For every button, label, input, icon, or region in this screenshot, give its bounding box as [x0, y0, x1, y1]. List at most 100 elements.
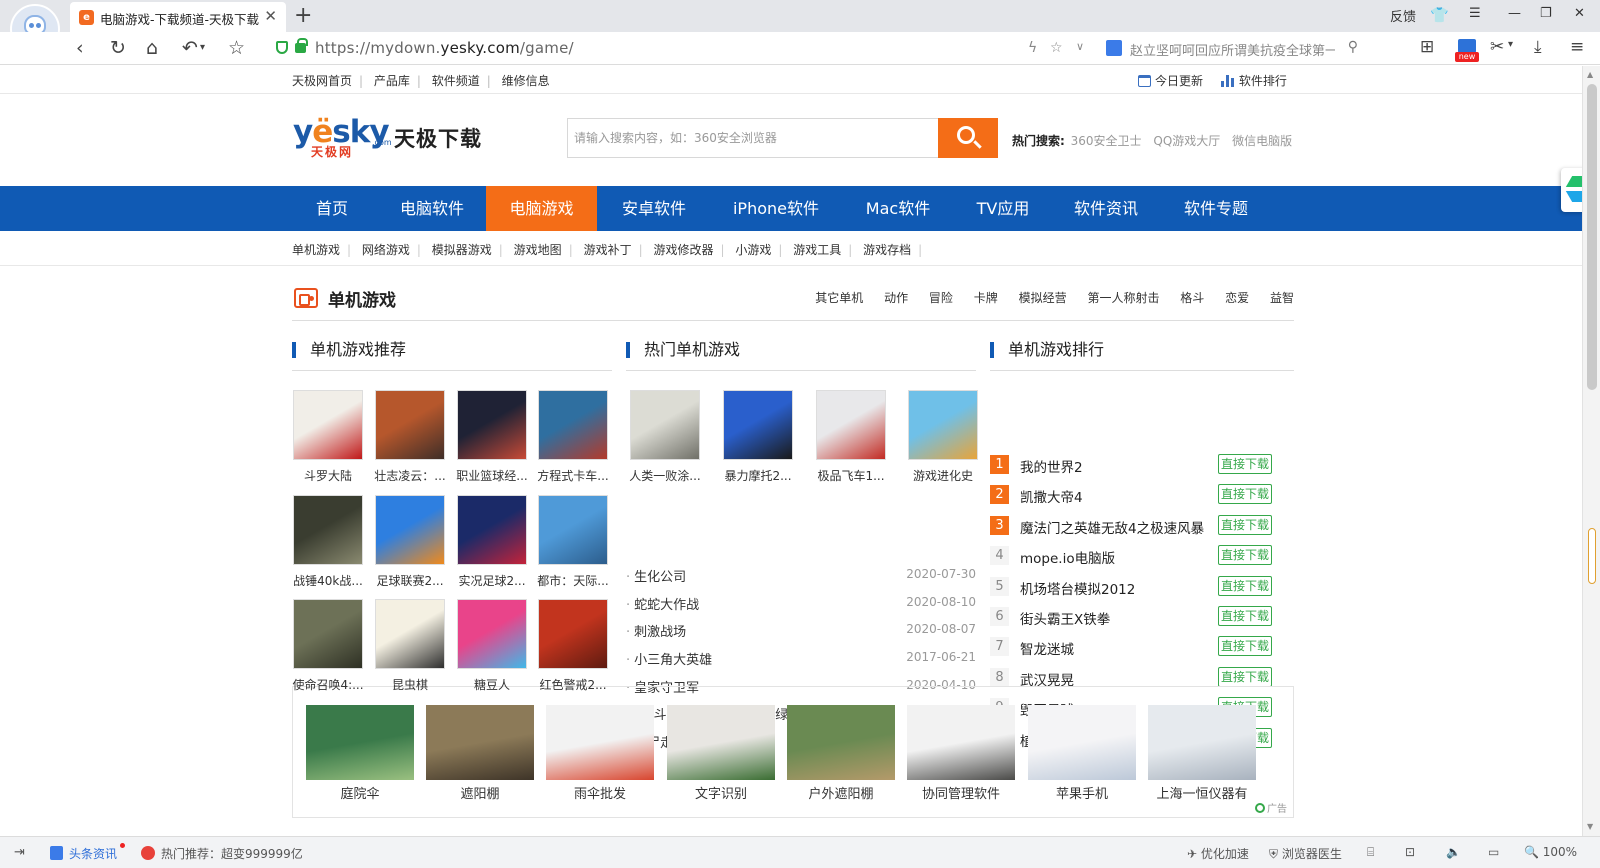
- download-button[interactable]: 直接下载: [1218, 666, 1272, 687]
- game-thumbnail[interactable]: [293, 599, 363, 669]
- nav-android-software[interactable]: 安卓软件: [604, 186, 704, 231]
- game-thumbnail[interactable]: [457, 390, 527, 460]
- ad-image[interactable]: [306, 705, 414, 780]
- list-item[interactable]: 小三角大英雄 2017-06-21: [626, 643, 976, 671]
- tag-link[interactable]: 模拟经营: [1019, 291, 1067, 305]
- optimize-button[interactable]: ✈ 优化加速: [1187, 845, 1249, 862]
- game-thumbnail[interactable]: [457, 495, 527, 565]
- list-item[interactable]: 生化公司 2020-07-30: [626, 560, 976, 588]
- ad-label[interactable]: 遮阳棚: [416, 783, 544, 802]
- briefcase-icon[interactable]: ⌸: [1367, 845, 1374, 860]
- tag-link[interactable]: 第一人称射击: [1087, 291, 1159, 305]
- game-name[interactable]: 实况足球2...: [451, 572, 533, 589]
- browser-tab-active[interactable]: e 电脑游戏-下载频道-天极下载 ✕: [70, 2, 286, 32]
- hot-recommend[interactable]: 热门推荐：超变999999亿: [141, 845, 303, 862]
- nav-pc-software[interactable]: 电脑软件: [382, 186, 482, 231]
- news-search-box[interactable]: 赵立坚呵呵回应所谓美抗疫全球第一 ⚲: [1100, 36, 1362, 61]
- hot-search-term[interactable]: 微信电脑版: [1232, 134, 1292, 148]
- ad-image[interactable]: [1148, 705, 1256, 780]
- download-button[interactable]: 直接下载: [1218, 545, 1272, 566]
- lightning-mode-icon[interactable]: ϟ: [1028, 40, 1037, 56]
- download-button[interactable]: 直接下载: [1218, 484, 1272, 505]
- game-link[interactable]: 生化公司: [626, 566, 686, 585]
- skin-shirt-icon[interactable]: 👕: [1430, 6, 1449, 24]
- news-ticker-text[interactable]: 赵立坚呵呵回应所谓美抗疫全球第一: [1130, 40, 1335, 59]
- game-name[interactable]: 战锤40k战...: [287, 572, 369, 589]
- ad-mark[interactable]: 广告: [1255, 800, 1287, 815]
- game-link[interactable]: 小三角大英雄: [626, 649, 712, 668]
- game-link[interactable]: 刺激战场: [626, 621, 686, 640]
- download-button[interactable]: 直接下载: [1218, 636, 1272, 657]
- site-search-input[interactable]: 请输入搜索内容，如：360安全浏览器: [567, 118, 939, 158]
- top-link-repair-info[interactable]: 维修信息: [502, 74, 550, 88]
- ranking-game-name[interactable]: 机场塔台模拟2012: [1020, 578, 1135, 598]
- ad-label[interactable]: 苹果手机: [1018, 783, 1146, 802]
- subnav-mini-games[interactable]: 小游戏: [735, 243, 771, 257]
- url-field[interactable]: https://mydown.yesky.com/game/: [268, 36, 1088, 61]
- subnav-game-saves[interactable]: 游戏存档: [863, 243, 911, 257]
- headline-news[interactable]: 头条资讯: [50, 845, 117, 862]
- url-dropdown-chevron-icon[interactable]: ∨: [1076, 40, 1084, 53]
- nav-tv-apps[interactable]: TV应用: [960, 186, 1046, 231]
- game-thumbnail[interactable]: [538, 599, 608, 669]
- vr-glasses-icon[interactable]: ⊡: [1405, 845, 1415, 859]
- tag-link[interactable]: 格斗: [1180, 291, 1204, 305]
- game-name[interactable]: 方程式卡车...: [532, 467, 614, 484]
- ad-image[interactable]: [787, 705, 895, 780]
- game-thumbnail[interactable]: [375, 495, 445, 565]
- download-button[interactable]: 直接下载: [1218, 605, 1272, 626]
- ad-image[interactable]: [907, 705, 1015, 780]
- screenshot-scissors-icon[interactable]: ✂: [1490, 37, 1504, 57]
- game-thumbnail[interactable]: [375, 599, 445, 669]
- ad-image[interactable]: [667, 705, 775, 780]
- game-thumbnail[interactable]: [293, 390, 363, 460]
- ad-image[interactable]: [546, 705, 654, 780]
- ranking-game-name[interactable]: 智龙迷城: [1020, 638, 1074, 658]
- menu-icon[interactable]: ☰: [1469, 6, 1481, 21]
- close-window-icon[interactable]: ✕: [1574, 6, 1585, 21]
- game-thumbnail[interactable]: [723, 390, 793, 460]
- game-name[interactable]: 昆虫棋: [369, 676, 451, 693]
- game-name[interactable]: 暴力摩托2...: [717, 467, 799, 484]
- tag-link[interactable]: 其它单机: [815, 291, 863, 305]
- apps-grid-icon[interactable]: ⊞: [1420, 37, 1434, 57]
- undo-close-icon[interactable]: ↶: [182, 36, 198, 60]
- game-thumbnail[interactable]: [816, 390, 886, 460]
- tab-close-icon[interactable]: ✕: [264, 7, 277, 25]
- page-scrollbar[interactable]: ▲ ▼: [1582, 66, 1600, 836]
- game-thumbnail[interactable]: [457, 599, 527, 669]
- download-icon[interactable]: ⤓: [1534, 37, 1542, 57]
- side-scroll-marker[interactable]: [1588, 528, 1596, 584]
- scrollbar-thumb[interactable]: [1587, 84, 1597, 390]
- top-link-product-library[interactable]: 产品库: [374, 74, 410, 88]
- nav-home[interactable]: 首页: [296, 186, 368, 231]
- volume-icon[interactable]: 🔈: [1446, 845, 1461, 859]
- sidebar-toggle-icon[interactable]: ⇥: [14, 845, 25, 860]
- subnav-standalone-games[interactable]: 单机游戏: [292, 243, 340, 257]
- game-name[interactable]: 糖豆人: [451, 676, 533, 693]
- tag-link[interactable]: 恋爱: [1225, 291, 1249, 305]
- game-link[interactable]: 蛇蛇大作战: [626, 594, 699, 613]
- window-icon[interactable]: ▭: [1488, 845, 1499, 859]
- game-name[interactable]: 红色警戒2...: [532, 676, 614, 693]
- list-item[interactable]: 刺激战场 2020-08-07: [626, 615, 976, 643]
- undo-dropdown-chevron-icon[interactable]: ▾: [200, 36, 205, 60]
- ad-image[interactable]: [426, 705, 534, 780]
- game-name[interactable]: 壮志凌云：...: [369, 467, 451, 484]
- list-item[interactable]: 蛇蛇大作战 2020-08-10: [626, 588, 976, 616]
- back-icon[interactable]: ‹: [76, 36, 84, 60]
- scissors-dropdown-chevron-icon[interactable]: ▾: [1508, 39, 1513, 50]
- refresh-icon[interactable]: ↻: [110, 36, 126, 60]
- game-name[interactable]: 极品飞车1...: [810, 467, 892, 484]
- game-name[interactable]: 职业篮球经...: [451, 467, 533, 484]
- browser-doctor-button[interactable]: ⛨ 浏览器医生: [1269, 845, 1342, 862]
- tag-link[interactable]: 动作: [884, 291, 908, 305]
- subnav-game-tools[interactable]: 游戏工具: [793, 243, 841, 257]
- feedback-button[interactable]: 反馈: [1390, 6, 1416, 25]
- site-search-button[interactable]: [938, 118, 998, 158]
- zoom-control[interactable]: 🔍 100%: [1524, 845, 1577, 859]
- download-button[interactable]: 直接下载: [1218, 454, 1272, 474]
- game-name[interactable]: 足球联赛2...: [369, 572, 451, 589]
- tag-link[interactable]: 冒险: [929, 291, 953, 305]
- game-name[interactable]: 人类一败涂...: [624, 467, 706, 484]
